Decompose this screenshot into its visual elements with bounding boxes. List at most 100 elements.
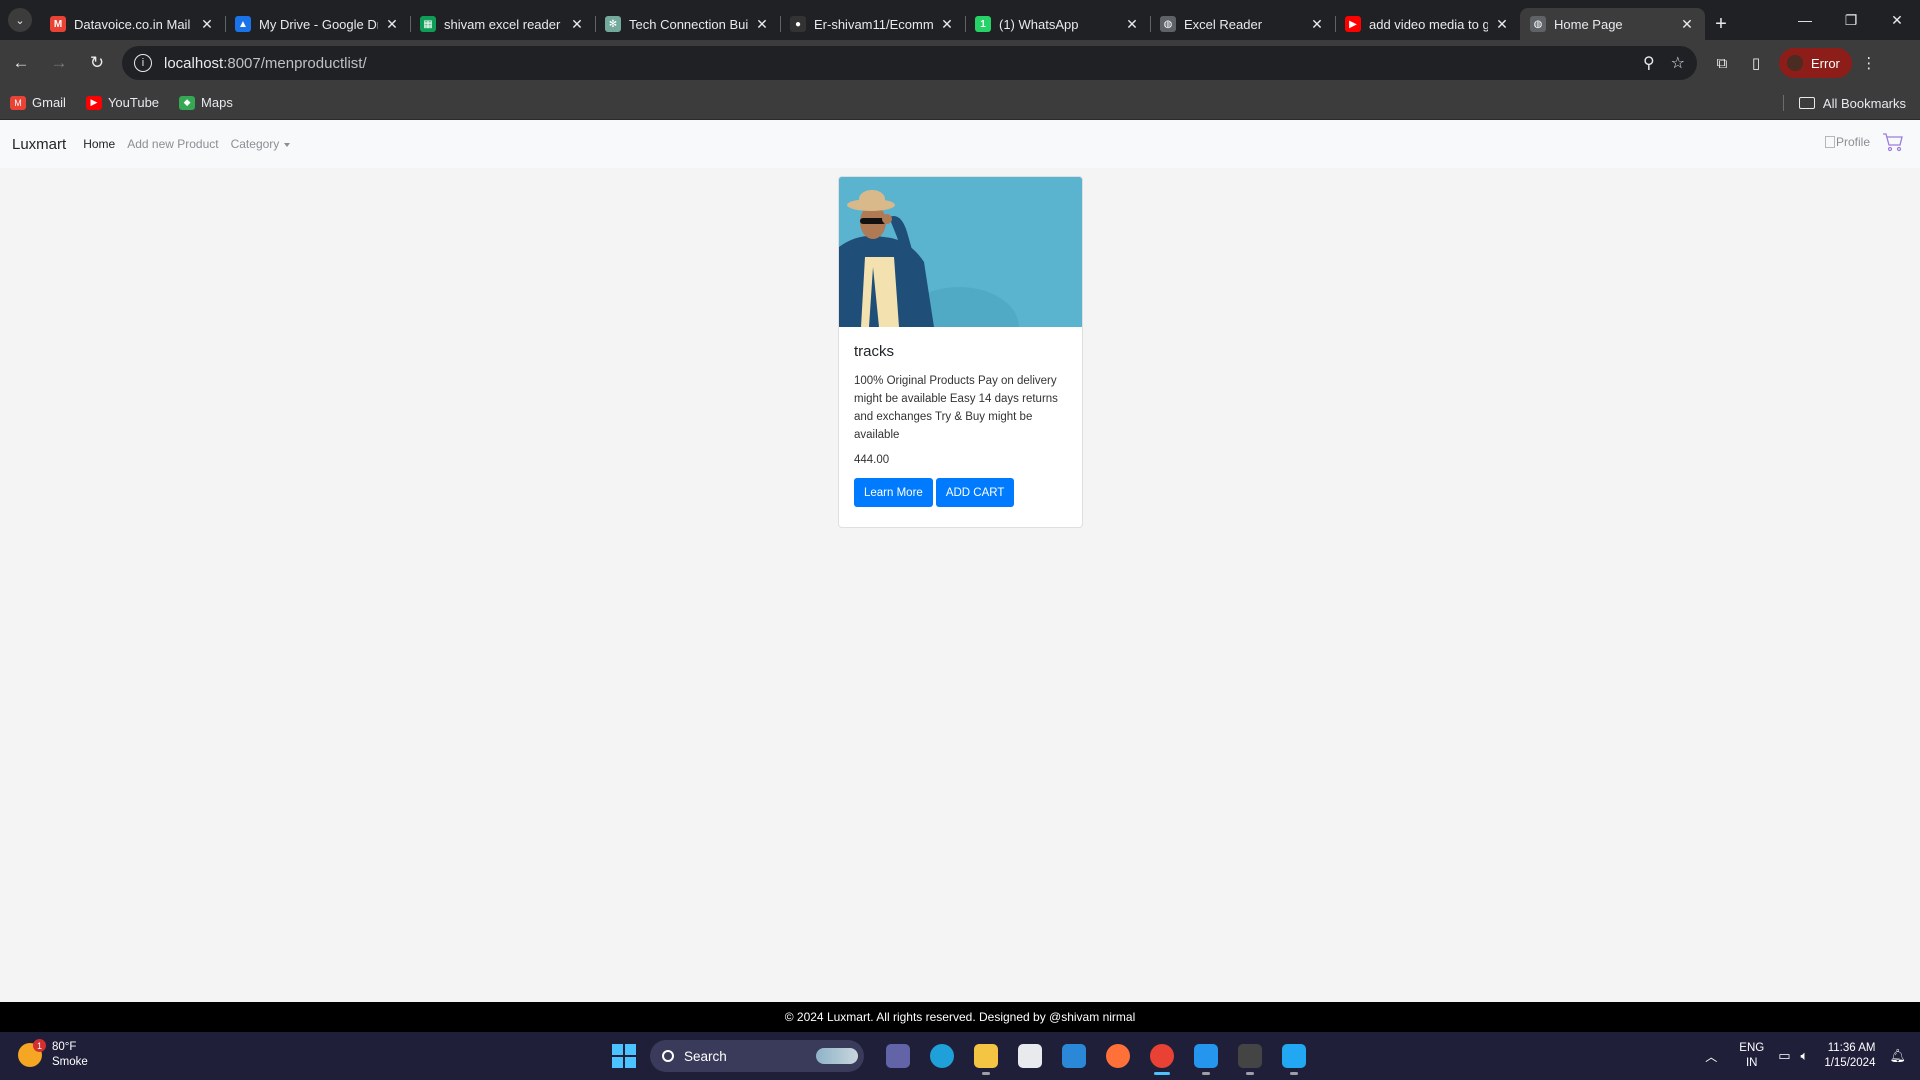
product-price: 444.00 (854, 454, 890, 466)
docker-icon-glyph (1194, 1044, 1218, 1068)
browser-tab[interactable]: ▦ shivam excel reader - Google Sheets ✕ (410, 8, 595, 40)
tab-title: (1) WhatsApp (999, 16, 1079, 32)
close-tab-icon[interactable]: ✕ (199, 16, 215, 33)
notification-badge: 1 (33, 1039, 46, 1052)
product-description: 100% Original Products Pay on delivery m… (854, 375, 1058, 441)
firefox-icon[interactable] (1096, 1036, 1140, 1076)
address-bar[interactable]: i localhost:8007/menproductlist/ ⚲ ☆ (122, 46, 1697, 80)
weather-icon: 1 (18, 1039, 46, 1067)
window-controls: — ❐ ✕ (1782, 0, 1920, 40)
browser-toolbar: ← → ↻ i localhost:8007/menproductlist/ ⚲… (0, 40, 1920, 86)
close-window-button[interactable]: ✕ (1874, 0, 1920, 40)
bookmark-item[interactable]: M Gmail (10, 95, 66, 110)
github-icon: ● (790, 16, 806, 32)
file-explorer-icon[interactable] (964, 1036, 1008, 1076)
gmail-icon: M (10, 95, 26, 110)
browser-tab[interactable]: ▲ My Drive - Google Drive ✕ (225, 8, 410, 40)
bookmark-star-icon[interactable]: ☆ (1671, 53, 1685, 73)
product-title: tracks (854, 343, 895, 360)
learn-more-button[interactable]: Learn More (854, 478, 933, 507)
restore-button[interactable]: ❐ (1828, 0, 1874, 40)
firefox-icon-glyph (1106, 1044, 1130, 1068)
profile-error-button[interactable]: Error (1779, 48, 1852, 78)
weather-temp: 80°F (52, 1041, 77, 1053)
tab-title: Datavoice.co.in Mail (74, 16, 191, 32)
reload-button[interactable]: ↻ (80, 46, 114, 80)
browser-tab[interactable]: ✻ Tech Connection Builder ✕ (595, 8, 780, 40)
zoom-icon[interactable]: ⚲ (1643, 53, 1655, 73)
close-tab-icon[interactable]: ✕ (939, 16, 955, 33)
cart-icon[interactable] (1882, 132, 1904, 152)
close-tab-icon[interactable]: ✕ (754, 16, 770, 33)
browser-tab[interactable]: 1 (1) WhatsApp ✕ (965, 8, 1150, 40)
terminal-icon[interactable] (1228, 1036, 1272, 1076)
chrome-icon[interactable] (1140, 1036, 1184, 1076)
chrome-icon-glyph (1150, 1044, 1174, 1068)
tab-title: shivam excel reader - Google Sheets (444, 16, 563, 32)
clock-time: 11:36 AM (1827, 1042, 1876, 1054)
site-brand[interactable]: Luxmart (12, 136, 66, 153)
profile-error-label: Error (1811, 55, 1840, 71)
globe-icon: ◍ (1530, 16, 1546, 32)
site-info-icon[interactable]: i (134, 54, 152, 72)
tab-title: Tech Connection Builder (629, 16, 748, 32)
site-navbar: Luxmart Home Add new Product Category Pr… (0, 120, 1920, 168)
bookmark-item[interactable]: ▶ YouTube (85, 95, 159, 110)
network-icon[interactable]: ▭ (1778, 1048, 1790, 1064)
close-tab-icon[interactable]: ✕ (569, 16, 585, 33)
browser-tab[interactable]: ▶ add video media to github ✕ (1335, 8, 1520, 40)
mail-icon-glyph (1062, 1044, 1086, 1068)
edge-icon[interactable] (920, 1036, 964, 1076)
notification-bell-icon[interactable]: 🔔︎ (1889, 1048, 1906, 1064)
teams-icon[interactable] (876, 1036, 920, 1076)
browser-menu-icon[interactable]: ⋮ (1852, 46, 1886, 80)
product-card: tracks 100% Original Products Pay on del… (838, 176, 1083, 528)
close-tab-icon[interactable]: ✕ (384, 16, 400, 33)
taskbar-search[interactable]: Search (650, 1040, 864, 1072)
volume-icon[interactable]: 🔈︎ (1801, 1048, 1809, 1064)
nav-category-dropdown[interactable]: Category (231, 137, 291, 151)
system-tray: ︿ ENG IN ▭ 🔈︎ 11:36 AM 1/15/2024 🔔︎ (1705, 1032, 1906, 1080)
browser-tab[interactable]: ◍ Excel Reader ✕ (1150, 8, 1335, 40)
url-path: :8007/menproductlist/ (223, 54, 367, 72)
all-bookmarks-label: All Bookmarks (1822, 95, 1906, 111)
bookmark-label: Gmail (32, 95, 66, 110)
bookmark-item[interactable]: ◆ Maps (179, 95, 233, 110)
nav-category-label: Category (230, 137, 280, 151)
vscode-icon-glyph (1282, 1044, 1306, 1068)
microsoft-store-icon[interactable] (1008, 1036, 1052, 1076)
vscode-icon[interactable] (1272, 1036, 1316, 1076)
minimize-button[interactable]: — (1782, 0, 1828, 40)
tab-search-button[interactable]: ⌄ (0, 0, 40, 40)
tab-title: My Drive - Google Drive (259, 16, 378, 32)
show-hidden-icons[interactable]: ︿ (1705, 1048, 1717, 1065)
weather-widget[interactable]: 1 80°F Smoke (18, 1039, 88, 1070)
all-bookmarks-button[interactable]: All Bookmarks (1782, 86, 1906, 120)
profile-image[interactable]: Profile (1824, 135, 1870, 149)
terminal-icon-glyph (1238, 1044, 1262, 1068)
close-tab-icon[interactable]: ✕ (1309, 16, 1325, 33)
chatgpt-icon: ✻ (605, 16, 621, 32)
nav-home-link[interactable]: Home (83, 137, 115, 151)
extensions-icon[interactable]: ⧉ (1705, 46, 1739, 80)
add-cart-button[interactable]: ADD CART (935, 478, 1015, 507)
browser-tab[interactable]: ◍ Home Page ✕ (1520, 8, 1705, 40)
mail-icon[interactable] (1052, 1036, 1096, 1076)
docker-icon[interactable] (1184, 1036, 1228, 1076)
browser-tab-strip: ⌄ M Datavoice.co.in Mail ✕ ▲ My Drive - Goog… (0, 0, 1920, 40)
clock-date: 1/15/2024 (1824, 1057, 1876, 1069)
language-indicator[interactable]: ENG IN (1739, 1041, 1764, 1071)
clock[interactable]: 11:36 AM 1/15/2024 (1824, 1041, 1875, 1071)
new-tab-button[interactable]: + (1705, 8, 1737, 40)
browser-tab[interactable]: M Datavoice.co.in Mail ✕ (40, 8, 225, 40)
windows-start-icon[interactable] (612, 1044, 636, 1068)
side-panel-icon[interactable]: ▯ (1739, 46, 1773, 80)
close-tab-icon[interactable]: ✕ (1679, 16, 1695, 33)
back-button[interactable]: ← (4, 46, 38, 80)
forward-button[interactable]: → (42, 46, 76, 80)
nav-add-product-link[interactable]: Add new Product (127, 137, 218, 151)
close-tab-icon[interactable]: ✕ (1124, 16, 1140, 33)
close-tab-icon[interactable]: ✕ (1494, 16, 1510, 33)
url-text[interactable]: localhost:8007/menproductlist/ (164, 55, 1627, 72)
browser-tab[interactable]: ● Er-shivam11/Ecommerce ✕ (780, 8, 965, 40)
